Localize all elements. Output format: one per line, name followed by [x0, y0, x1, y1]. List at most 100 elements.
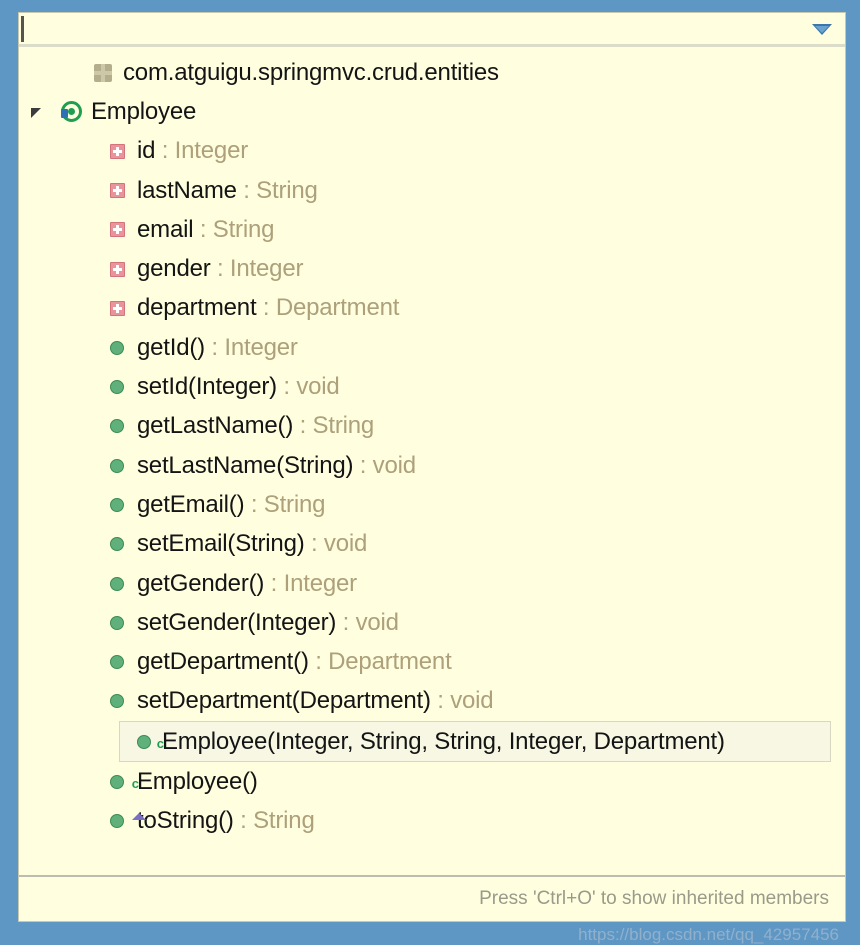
member-label: setEmail(String) : void: [137, 530, 367, 558]
member-label: getLastName() : String: [137, 412, 374, 440]
member-label: toString() : String: [137, 807, 315, 835]
member-type: : Integer: [264, 569, 357, 597]
override-method-icon: [97, 812, 146, 828]
tree-row-member[interactable]: getGender() : Integer: [19, 564, 845, 603]
override-badge-icon: [132, 812, 146, 820]
member-label: setGender(Integer) : void: [137, 609, 399, 637]
private-field-icon: [97, 183, 137, 199]
member-type: : void: [430, 687, 494, 715]
member-name: setGender(Integer): [137, 608, 337, 636]
tree-row-member[interactable]: email : String: [19, 210, 845, 249]
tree-row-class[interactable]: Employee: [19, 92, 845, 131]
class-icon: [51, 101, 91, 123]
public-method-icon: [97, 615, 137, 630]
public-method-icon: [97, 340, 137, 355]
watermark: https://blog.csdn.net/qq_42957456: [578, 925, 839, 944]
member-type: : void: [353, 451, 416, 479]
tree-row-member[interactable]: department : Department: [19, 289, 845, 328]
member-type: : void: [336, 608, 399, 636]
tree-row-member[interactable]: setLastName(String) : void: [19, 446, 845, 485]
member-label: getDepartment() : Department: [137, 648, 452, 676]
member-type: : Department: [308, 648, 452, 676]
member-label: Employee(): [137, 768, 258, 796]
private-field-icon: [97, 143, 137, 159]
private-field-icon: [97, 261, 137, 277]
member-name: getLastName(): [137, 412, 294, 440]
member-type: : Department: [256, 294, 400, 322]
public-method-icon: [97, 576, 137, 591]
member-type: : String: [244, 490, 326, 518]
member-name: setLastName(String): [137, 451, 354, 479]
constructor-badge-icon: c: [131, 775, 139, 791]
constructor-icon: c: [97, 774, 139, 791]
outline-tree[interactable]: com.atguigu.springmvc.crud.entities Empl…: [19, 47, 845, 875]
member-label: Employee(Integer, String, String, Intege…: [162, 728, 725, 756]
footer-hint: Press 'Ctrl+O' to show inherited members: [479, 888, 829, 909]
chevron-down-icon[interactable]: [799, 13, 845, 44]
private-field-icon: [97, 300, 137, 316]
member-name: setEmail(String): [137, 530, 305, 558]
tree-row-member[interactable]: getDepartment() : Department: [19, 642, 845, 681]
member-label: gender : Integer: [137, 255, 303, 283]
member-type: : void: [276, 373, 340, 401]
member-name: Employee(): [137, 767, 258, 795]
member-name: id: [137, 137, 156, 165]
member-type: : String: [236, 176, 318, 204]
quick-outline-popup: com.atguigu.springmvc.crud.entities Empl…: [0, 0, 860, 944]
member-label: setLastName(String) : void: [137, 452, 416, 480]
member-label: getGender() : Integer: [137, 570, 357, 598]
tree-row-member[interactable]: setDepartment(Department) : void: [19, 682, 845, 721]
member-type: : String: [233, 806, 315, 834]
tree-row-member[interactable]: c Employee(Integer, String, String, Integ…: [119, 721, 831, 763]
private-field-icon: [97, 222, 137, 238]
filter-input[interactable]: [19, 13, 799, 44]
member-name: getEmail(): [137, 490, 245, 518]
member-name: setId(Integer): [137, 373, 277, 401]
member-label: setDepartment(Department) : void: [137, 687, 494, 715]
tree-row-member[interactable]: id : Integer: [19, 132, 845, 171]
member-type: : String: [293, 412, 375, 440]
tree-row-member[interactable]: lastName : String: [19, 171, 845, 210]
tree-row-member[interactable]: c Employee(): [19, 762, 845, 801]
public-method-icon: [97, 655, 137, 670]
member-name: gender: [137, 255, 211, 283]
member-name: lastName: [137, 176, 237, 204]
package-label: com.atguigu.springmvc.crud.entities: [123, 58, 499, 86]
tree-row-member[interactable]: getId() : Integer: [19, 328, 845, 367]
package-icon: [83, 63, 123, 82]
member-list: id : Integer lastName : String email : Str…: [19, 132, 845, 841]
member-name: toString(): [137, 806, 234, 834]
constructor-badge-icon: c: [156, 735, 164, 751]
popup-footer: Press 'Ctrl+O' to show inherited members…: [19, 875, 845, 944]
tree-row-member[interactable]: toString() : String: [19, 801, 845, 840]
member-name: setDepartment(Department): [137, 687, 431, 715]
public-method-icon: [97, 380, 137, 395]
tree-row-package[interactable]: com.atguigu.springmvc.crud.entities: [19, 53, 845, 92]
tree-row-member[interactable]: setGender(Integer) : void: [19, 603, 845, 642]
member-name: getDepartment(): [137, 648, 309, 676]
tree-row-member[interactable]: setEmail(String) : void: [19, 525, 845, 564]
public-method-icon: [97, 458, 137, 473]
member-label: getId() : Integer: [137, 334, 298, 362]
tree-row-member[interactable]: getLastName() : String: [19, 407, 845, 446]
member-label: lastName : String: [137, 177, 318, 205]
member-name: getGender(): [137, 569, 265, 597]
member-name: email: [137, 215, 194, 243]
member-type: : Integer: [204, 333, 298, 361]
member-label: department : Department: [137, 294, 399, 322]
member-type: : void: [304, 530, 368, 558]
member-type: : Integer: [155, 137, 249, 165]
member-label: getEmail() : String: [137, 491, 325, 519]
member-name: Employee(Integer, String, String, Intege…: [162, 727, 725, 755]
text-caret: [21, 16, 24, 42]
popup-body: com.atguigu.springmvc.crud.entities Empl…: [18, 12, 846, 944]
tree-row-member[interactable]: setId(Integer) : void: [19, 367, 845, 406]
member-label: email : String: [137, 216, 274, 244]
tree-row-member[interactable]: getEmail() : String: [19, 485, 845, 524]
constructor-icon: c: [126, 734, 164, 751]
member-type: : String: [193, 215, 275, 243]
tree-row-member[interactable]: gender : Integer: [19, 249, 845, 288]
filter-row: [19, 13, 845, 47]
expanded-twisty-icon[interactable]: [21, 105, 51, 119]
member-label: setId(Integer) : void: [137, 373, 340, 401]
